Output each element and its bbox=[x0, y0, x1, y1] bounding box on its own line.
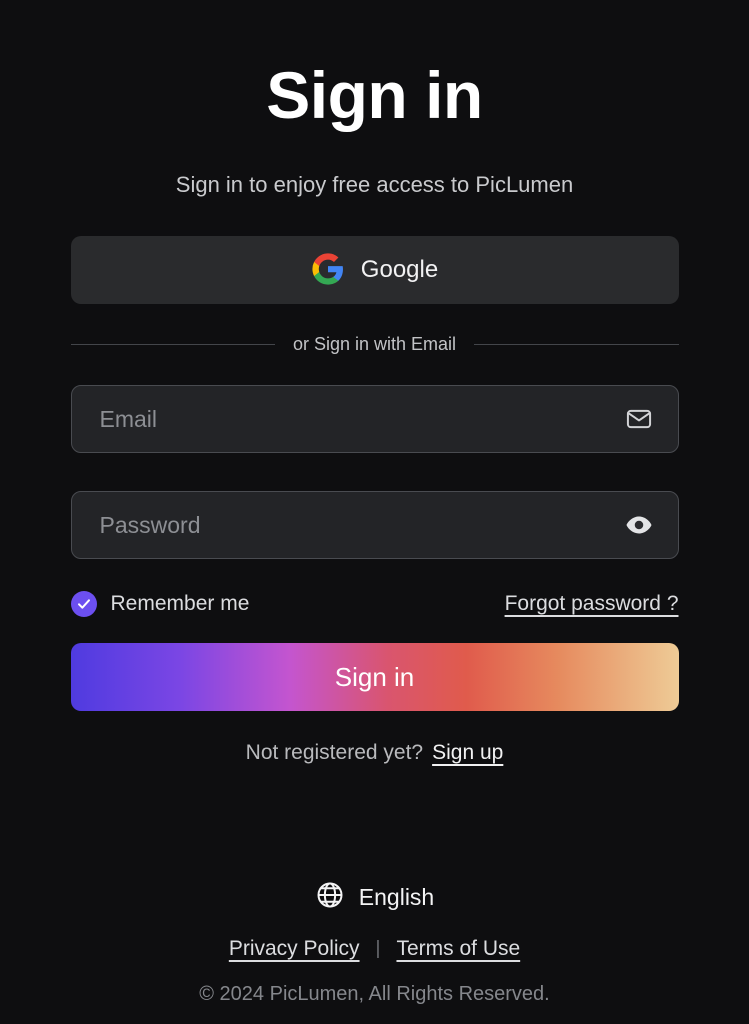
copyright-text: © 2024 PicLumen, All Rights Reserved. bbox=[199, 983, 550, 1005]
forgot-password-link[interactable]: Forgot password ? bbox=[505, 592, 679, 616]
language-selector[interactable]: English bbox=[315, 880, 434, 915]
divider-label: or Sign in with Email bbox=[292, 334, 457, 354]
terms-of-use-link[interactable]: Terms of Use bbox=[396, 937, 520, 961]
divider-rule-left bbox=[70, 344, 275, 345]
google-signin-button[interactable]: Google bbox=[70, 236, 679, 304]
remember-me-label: Remember me bbox=[110, 592, 250, 615]
page-title: Sign in bbox=[266, 58, 483, 132]
eye-icon[interactable] bbox=[622, 508, 656, 542]
privacy-policy-link[interactable]: Privacy Policy bbox=[229, 937, 360, 961]
language-label: English bbox=[358, 884, 435, 910]
email-divider: or Sign in with Email bbox=[70, 334, 679, 355]
page-footer: English Privacy Policy | Terms of Use © … bbox=[0, 880, 749, 1006]
sign-in-page: Sign in Sign in to enjoy free access to … bbox=[0, 0, 749, 1024]
sign-up-link[interactable]: Sign up bbox=[432, 741, 503, 765]
password-input[interactable] bbox=[97, 510, 622, 540]
register-prompt-text: Not registered yet? bbox=[245, 741, 424, 764]
google-g-icon bbox=[311, 252, 345, 289]
check-icon bbox=[70, 591, 97, 617]
google-signin-label: Google bbox=[360, 256, 439, 283]
globe-icon bbox=[315, 880, 345, 915]
password-field-wrapper[interactable] bbox=[70, 491, 679, 559]
legal-links: Privacy Policy | Terms of Use bbox=[229, 937, 520, 961]
sign-in-submit-button[interactable]: Sign in bbox=[70, 643, 679, 711]
register-prompt-row: Not registered yet? Sign up bbox=[246, 741, 504, 765]
legal-separator: | bbox=[375, 938, 381, 959]
divider-rule-right bbox=[474, 344, 679, 345]
remember-me-checkbox[interactable]: Remember me bbox=[70, 591, 250, 617]
email-field-wrapper[interactable] bbox=[70, 385, 679, 453]
form-options-row: Remember me Forgot password ? bbox=[70, 591, 679, 617]
page-subtitle: Sign in to enjoy free access to PicLumen bbox=[175, 172, 574, 197]
envelope-icon bbox=[622, 402, 656, 436]
email-input[interactable] bbox=[97, 404, 622, 434]
